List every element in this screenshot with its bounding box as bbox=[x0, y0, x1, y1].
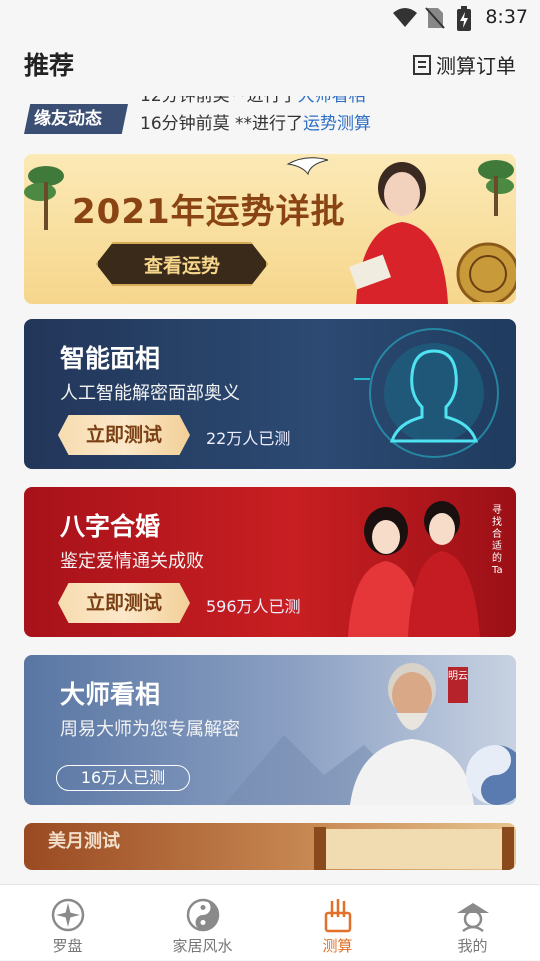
tab-label: 测算 bbox=[322, 937, 353, 955]
page-header: 推荐 测算订单 bbox=[0, 36, 540, 96]
ticker-line: 12分钟前美**进行了大师看相 bbox=[140, 96, 366, 106]
status-bar: 8:37 bbox=[0, 0, 540, 36]
marriage-card[interactable]: 八字合婚 鉴定爱情通关成败 立即测试 596万人已测 寻找合适的Ta bbox=[24, 487, 516, 637]
marriage-subtitle: 鉴定爱情通关成败 bbox=[60, 551, 204, 572]
pine-tree-icon bbox=[478, 160, 514, 216]
gold-compass-icon bbox=[456, 242, 516, 302]
pine-tree-icon bbox=[24, 166, 64, 230]
ticker-line: 16分钟前莫 **进行了运势测算 bbox=[140, 114, 372, 134]
view-fortune-button[interactable]: 查看运势 bbox=[96, 242, 268, 286]
tab-profile[interactable]: 我的 bbox=[405, 885, 540, 961]
tab-divination[interactable]: 测算 bbox=[270, 885, 405, 961]
ticker-badge: 缘友动态 bbox=[24, 104, 128, 134]
ticker-lines: 12分钟前美**进行了大师看相 16分钟前莫 **进行了运势测算 bbox=[140, 96, 371, 138]
page-title: 推荐 bbox=[24, 51, 75, 80]
activity-ticker: 缘友动态 12分钟前美**进行了大师看相 16分钟前莫 **进行了运势测算 bbox=[24, 96, 516, 140]
no-sim-icon bbox=[425, 7, 445, 29]
marriage-title: 八字合婚 bbox=[60, 512, 161, 541]
ai-face-subtitle: 人工智能解密面部奥义 bbox=[60, 383, 240, 404]
partial-card[interactable]: 美月测试 bbox=[24, 823, 516, 870]
fortune-teller-portrait bbox=[348, 162, 448, 304]
tab-compass[interactable]: 罗盘 bbox=[0, 885, 135, 961]
fortune-title: 2021年运势详批 bbox=[72, 192, 346, 232]
yin-yang-icon bbox=[466, 745, 516, 805]
compass-icon bbox=[51, 898, 84, 932]
marriage-count: 596万人已测 bbox=[206, 597, 301, 616]
face-scan-icon bbox=[354, 328, 499, 458]
orders-button[interactable]: 测算订单 bbox=[412, 50, 516, 79]
tab-label: 罗盘 bbox=[52, 937, 83, 955]
orders-label: 测算订单 bbox=[436, 54, 516, 78]
divination-sticks-icon bbox=[324, 899, 351, 933]
bride-and-groom-illustration bbox=[348, 501, 480, 637]
marriage-side-text: 寻找合适的Ta bbox=[492, 505, 503, 576]
ai-face-title: 智能面相 bbox=[60, 344, 161, 373]
clock: 8:37 bbox=[485, 6, 528, 28]
bottom-tab-bar: 罗盘 家居风水 测算 我的 bbox=[0, 884, 540, 960]
tab-home-fengshui[interactable]: 家居风水 bbox=[135, 885, 270, 961]
ai-face-card[interactable]: 智能面相 人工智能解密面部奥义 立即测试 22万人已测 bbox=[24, 319, 516, 469]
crane-bird-icon bbox=[286, 157, 329, 176]
marriage-test-button[interactable]: 立即测试 bbox=[58, 583, 190, 623]
master-face-card[interactable]: 大师看相 周易大师为您专属解密 16万人已测 明云 bbox=[24, 655, 516, 805]
ai-face-test-button[interactable]: 立即测试 bbox=[58, 415, 190, 455]
master-title: 大师看相 bbox=[60, 680, 161, 709]
master-seal: 明云 bbox=[448, 667, 468, 703]
tab-label: 家居风水 bbox=[172, 937, 233, 955]
tab-label: 我的 bbox=[457, 937, 488, 955]
profile-hat-icon bbox=[456, 903, 489, 933]
scroll-icon bbox=[314, 827, 514, 870]
fortune-banner[interactable]: 2021年运势详批 查看运势 bbox=[24, 154, 516, 304]
battery-charging-icon bbox=[457, 6, 471, 31]
yin-yang-icon bbox=[186, 898, 219, 932]
partial-card-text: 美月测试 bbox=[48, 831, 120, 852]
ai-face-count: 22万人已测 bbox=[206, 429, 291, 448]
order-list-icon bbox=[413, 54, 431, 75]
wifi-icon bbox=[393, 8, 417, 27]
